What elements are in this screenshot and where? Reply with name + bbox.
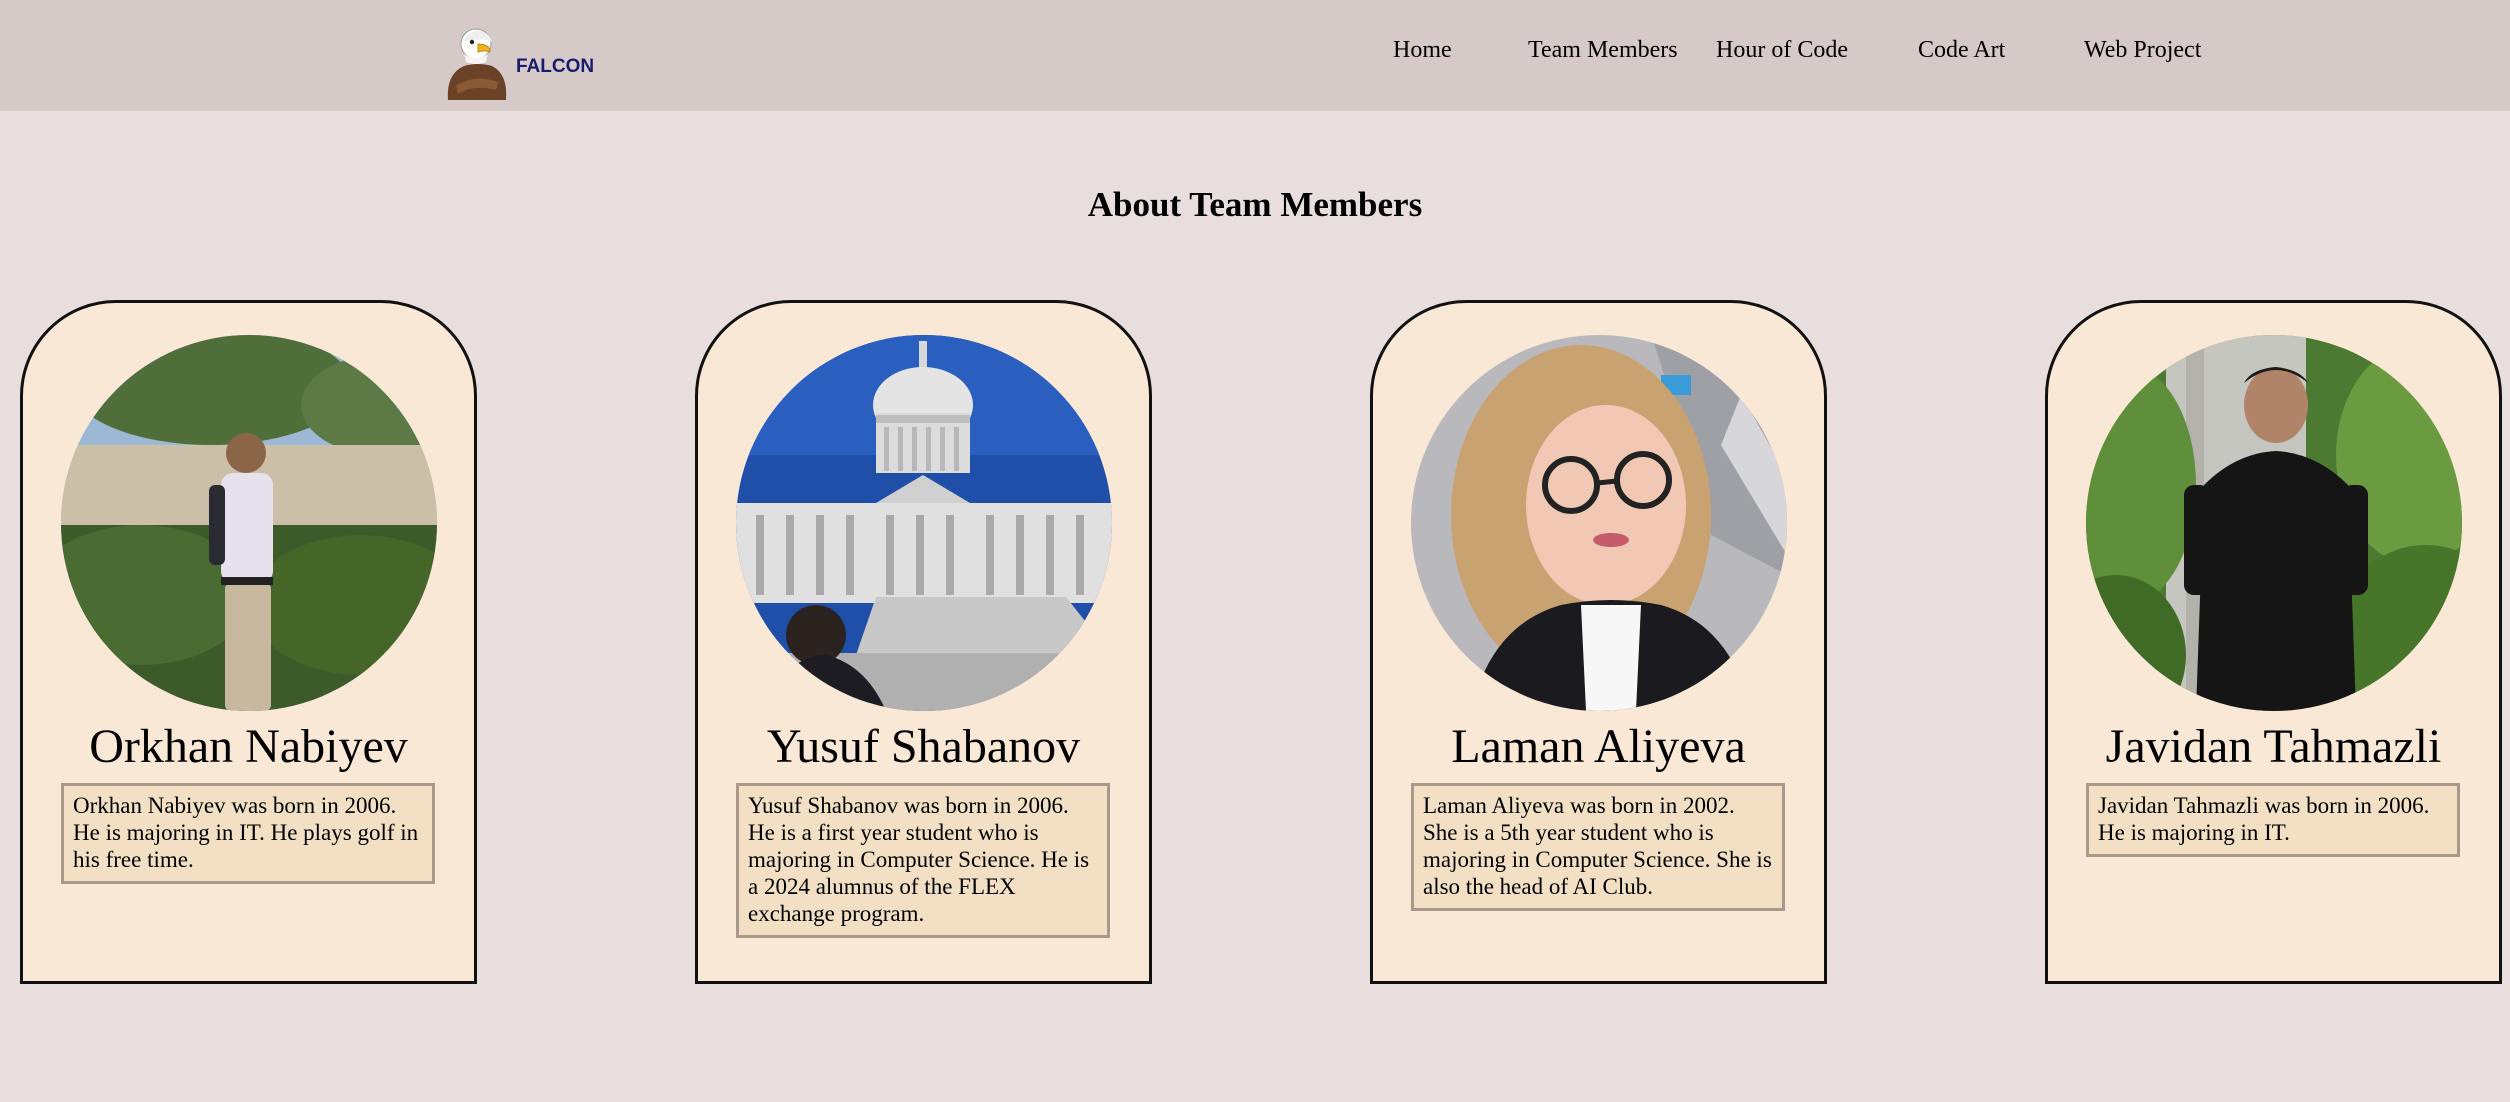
member-name: Orkhan Nabiyev xyxy=(89,720,408,773)
member-photo xyxy=(2086,335,2462,711)
nav-link-hour-of-code[interactable]: Hour of Code xyxy=(1716,34,1848,66)
member-bio: Orkhan Nabiyev was born in 2006. He is m… xyxy=(61,783,435,884)
eagle-mascot-icon xyxy=(447,28,507,100)
member-photo-image xyxy=(1411,335,1787,711)
nav-link-web-project[interactable]: Web Project xyxy=(2084,34,2201,66)
member-photo xyxy=(61,335,437,711)
member-photo xyxy=(1411,335,1787,711)
member-bio: Laman Aliyeva was born in 2002. She is a… xyxy=(1411,783,1785,911)
member-photo xyxy=(736,335,1112,711)
member-bio: Javidan Tahmazli was born in 2006. He is… xyxy=(2086,783,2460,857)
member-card: Yusuf Shabanov Yusuf Shabanov was born i… xyxy=(695,300,1152,984)
logo-text: FALCON xyxy=(516,56,595,77)
member-photo-image xyxy=(2086,335,2462,711)
member-name: Yusuf Shabanov xyxy=(766,720,1081,773)
navbar: FALCON Home Team Members Hour of Code Co… xyxy=(0,0,2510,111)
member-name: Laman Aliyeva xyxy=(1451,720,1746,773)
member-card: Laman Aliyeva Laman Aliyeva was born in … xyxy=(1370,300,1827,984)
member-card: Orkhan Nabiyev Orkhan Nabiyev was born i… xyxy=(20,300,477,984)
member-bio: Yusuf Shabanov was born in 2006. He is a… xyxy=(736,783,1110,938)
member-photo-image xyxy=(736,335,1112,711)
member-card: Javidan Tahmazli Javidan Tahmazli was bo… xyxy=(2045,300,2502,984)
member-name: Javidan Tahmazli xyxy=(2105,720,2442,773)
nav-link-home[interactable]: Home xyxy=(1393,34,1452,66)
page-title: About Team Members xyxy=(1087,185,1423,224)
nav-link-team-members[interactable]: Team Members xyxy=(1528,34,1678,66)
falcon-logo[interactable]: FALCON xyxy=(438,22,598,102)
nav-link-code-art[interactable]: Code Art xyxy=(1918,34,2005,66)
member-photo-image xyxy=(61,335,437,711)
